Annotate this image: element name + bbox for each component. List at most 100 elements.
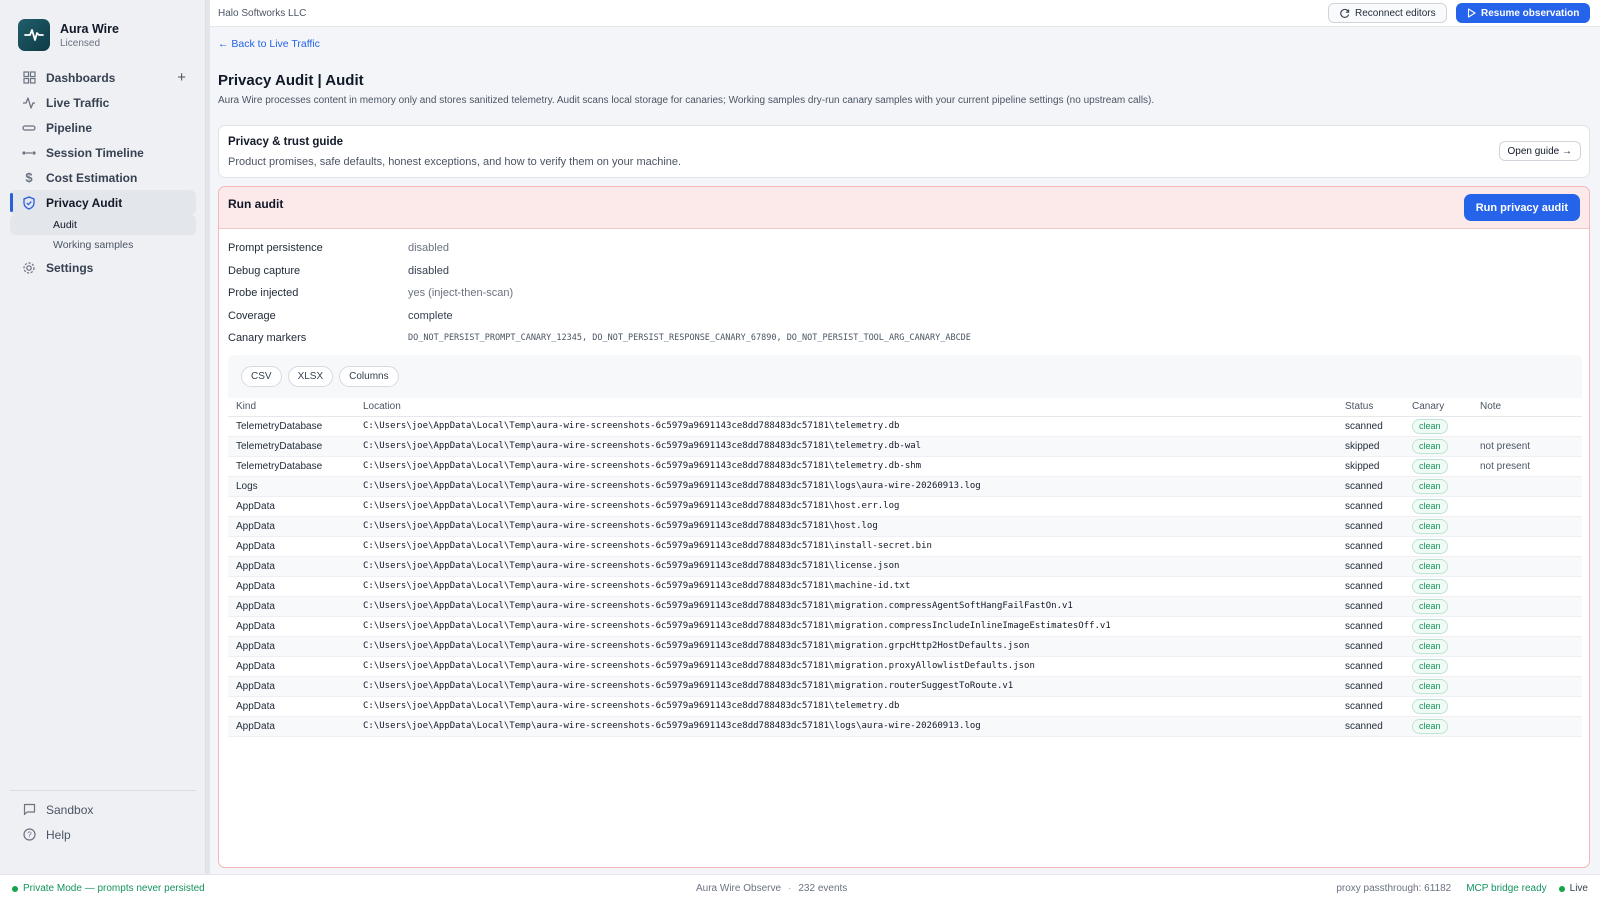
table-row[interactable]: AppData C:\Users\joe\AppData\Local\Temp\a… — [228, 676, 1582, 697]
column-header-kind[interactable]: Kind — [228, 398, 355, 417]
table-row[interactable]: TelemetryDatabase C:\Users\joe\AppData\Lo… — [228, 456, 1582, 477]
cell-location: C:\Users\joe\AppData\Local\Temp\aura-wir… — [355, 416, 1337, 437]
status-dot-icon — [12, 885, 18, 892]
setting-probe-injected: Probe injected yes (inject-then-scan) — [228, 282, 971, 305]
table-row[interactable]: AppData C:\Users\joe\AppData\Local\Temp\a… — [228, 496, 1582, 517]
sidebar-resize-handle[interactable] — [206, 0, 210, 874]
audit-results: CSV XLSX Columns Kind Location Status Ca… — [228, 355, 1582, 737]
column-header-note[interactable]: Note — [1472, 398, 1582, 417]
column-header-canary[interactable]: Canary — [1404, 398, 1472, 417]
cell-status: skipped — [1337, 436, 1404, 457]
export-csv-button[interactable]: CSV — [241, 366, 282, 387]
table-row[interactable]: AppData C:\Users\joe\AppData\Local\Temp\a… — [228, 516, 1582, 537]
open-guide-button[interactable]: Open guide → — [1498, 141, 1581, 161]
cell-kind: AppData — [228, 716, 355, 737]
cell-kind: TelemetryDatabase — [228, 456, 355, 477]
cell-canary: clean — [1404, 716, 1472, 737]
canary-badge: clean — [1412, 598, 1448, 614]
subnav-item-working-samples[interactable]: Working samples — [10, 235, 196, 255]
table-row[interactable]: AppData C:\Users\joe\AppData\Local\Temp\a… — [228, 616, 1582, 637]
cell-canary: clean — [1404, 576, 1472, 597]
add-dashboard-icon[interactable]: + — [177, 69, 186, 86]
audit-results-table: Kind Location Status Canary Note Telemet… — [228, 398, 1582, 737]
table-row[interactable]: AppData C:\Users\joe\AppData\Local\Temp\a… — [228, 536, 1582, 557]
cell-note — [1472, 716, 1582, 737]
cell-canary: clean — [1404, 436, 1472, 457]
cell-note — [1472, 496, 1582, 517]
cell-status: scanned — [1337, 676, 1404, 697]
setting-value: DO_NOT_PERSIST_PROMPT_CANARY_12345, DO_N… — [408, 333, 971, 344]
button-label: Resume observation — [1481, 7, 1580, 19]
cell-note — [1472, 696, 1582, 717]
column-header-location[interactable]: Location — [355, 398, 1337, 417]
columns-button[interactable]: Columns — [339, 366, 399, 387]
svg-text:?: ? — [27, 830, 32, 839]
table-row[interactable]: AppData C:\Users\joe\AppData\Local\Temp\a… — [228, 556, 1582, 577]
cell-kind: AppData — [228, 696, 355, 717]
cell-canary: clean — [1404, 556, 1472, 577]
run-privacy-audit-button[interactable]: Run privacy audit — [1463, 194, 1580, 221]
setting-label: Debug capture — [228, 264, 301, 277]
cell-kind: TelemetryDatabase — [228, 416, 355, 437]
subnav-item-audit[interactable]: Audit — [10, 215, 196, 235]
table-row[interactable]: AppData C:\Users\joe\AppData\Local\Temp\a… — [228, 656, 1582, 677]
cell-note — [1472, 596, 1582, 617]
cell-canary: clean — [1404, 696, 1472, 717]
brand[interactable]: Aura Wire Licensed — [18, 19, 119, 51]
cell-status: scanned — [1337, 716, 1404, 737]
audit-settings: Prompt persistence disabled Debug captur… — [228, 237, 971, 350]
cell-location: C:\Users\joe\AppData\Local\Temp\aura-wir… — [355, 576, 1337, 597]
cell-location: C:\Users\joe\AppData\Local\Temp\aura-wir… — [355, 636, 1337, 657]
cell-note — [1472, 536, 1582, 557]
cell-note — [1472, 416, 1582, 437]
table-row[interactable]: AppData C:\Users\joe\AppData\Local\Temp\a… — [228, 596, 1582, 617]
cell-kind: AppData — [228, 496, 355, 517]
table-row[interactable]: Logs C:\Users\joe\AppData\Local\Temp\aura… — [228, 476, 1582, 497]
mcp-bridge-status[interactable]: MCP bridge ready — [1466, 883, 1546, 894]
setting-label: Probe injected — [228, 287, 299, 300]
table-row[interactable]: AppData C:\Users\joe\AppData\Local\Temp\a… — [228, 636, 1582, 657]
sidebar-item-sandbox[interactable]: Sandbox — [10, 797, 196, 822]
cell-kind: AppData — [228, 656, 355, 677]
private-mode-text: Private Mode — prompts never persisted — [23, 883, 205, 894]
nav-item-pipeline[interactable]: Pipeline — [10, 115, 196, 140]
main-nav: Dashboards + Live Traffic Pipeline Sessi… — [10, 65, 196, 280]
setting-value: disabled — [408, 242, 449, 255]
resume-observation-button[interactable]: Resume observation — [1456, 3, 1591, 23]
cell-note — [1472, 556, 1582, 577]
sidebar-item-label: Help — [46, 827, 71, 842]
cell-kind: AppData — [228, 556, 355, 577]
cell-canary: clean — [1404, 636, 1472, 657]
cell-canary: clean — [1404, 676, 1472, 697]
live-dot-icon — [1558, 885, 1565, 892]
table-row[interactable]: AppData C:\Users\joe\AppData\Local\Temp\a… — [228, 716, 1582, 737]
sidebar-item-help[interactable]: ? Help — [10, 822, 196, 847]
setting-label: Canary markers — [228, 332, 307, 345]
cell-canary: clean — [1404, 596, 1472, 617]
nav-item-cost-estimation[interactable]: $ Cost Estimation — [10, 165, 196, 190]
canary-badge: clean — [1412, 558, 1448, 574]
cell-canary: clean — [1404, 496, 1472, 517]
nav-item-session-timeline[interactable]: Session Timeline — [10, 140, 196, 165]
nav-item-settings[interactable]: Settings — [10, 255, 196, 280]
nav-item-live-traffic[interactable]: Live Traffic — [10, 90, 196, 115]
table-row[interactable]: AppData C:\Users\joe\AppData\Local\Temp\a… — [228, 576, 1582, 597]
cell-note — [1472, 476, 1582, 497]
nav-item-privacy-audit[interactable]: Privacy Audit — [10, 190, 196, 215]
table-row[interactable]: AppData C:\Users\joe\AppData\Local\Temp\a… — [228, 696, 1582, 717]
gear-icon — [22, 261, 36, 275]
table-row[interactable]: TelemetryDatabase C:\Users\joe\AppData\Lo… — [228, 416, 1582, 437]
reconnect-editors-button[interactable]: Reconnect editors — [1328, 3, 1447, 23]
timeline-icon — [22, 146, 36, 160]
table-row[interactable]: TelemetryDatabase C:\Users\joe\AppData\Lo… — [228, 436, 1582, 457]
nav-label: Live Traffic — [46, 95, 110, 110]
activity-icon — [22, 96, 36, 110]
cell-kind: TelemetryDatabase — [228, 436, 355, 457]
back-to-live-traffic-link[interactable]: ← Back to Live Traffic — [218, 38, 320, 50]
cell-status: scanned — [1337, 696, 1404, 717]
setting-value: disabled — [408, 264, 449, 277]
nav-item-dashboards[interactable]: Dashboards + — [10, 65, 196, 90]
export-xlsx-button[interactable]: XLSX — [287, 366, 334, 387]
column-header-status[interactable]: Status — [1337, 398, 1404, 417]
nav-label: Settings — [46, 260, 94, 275]
